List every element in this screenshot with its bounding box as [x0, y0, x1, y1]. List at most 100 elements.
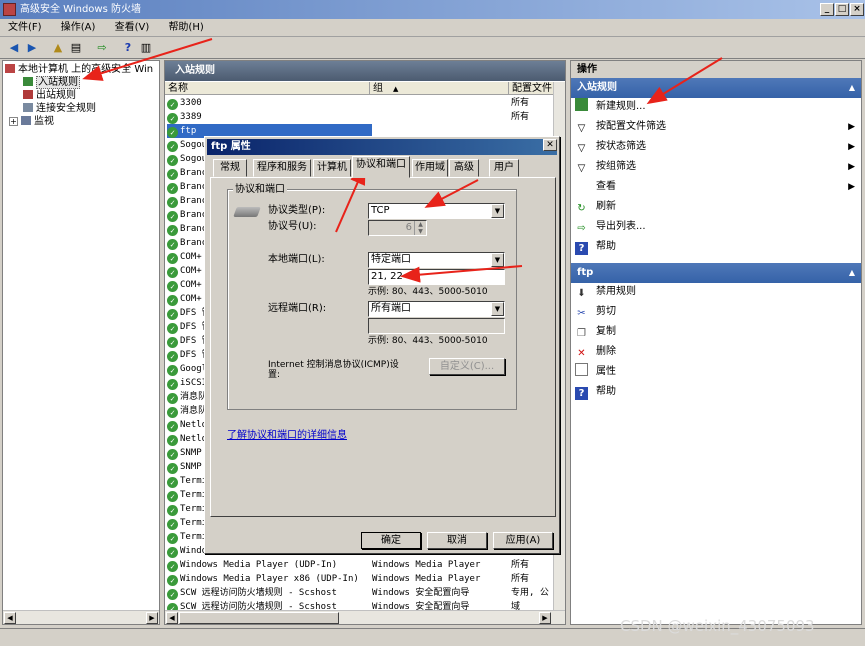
column-header-name[interactable]: 名称 — [165, 82, 370, 95]
tree-item-monitoring[interactable]: + 监视 — [9, 115, 54, 128]
local-port-input[interactable]: 21, 22 — [368, 269, 505, 285]
action-view[interactable]: 查看 ▶ — [575, 177, 859, 197]
minimize-button[interactable]: _ — [820, 3, 834, 16]
action-refresh[interactable]: ↻ 刷新 — [575, 197, 859, 217]
learn-more-link[interactable]: 了解协议和端口的详细信息 — [227, 426, 347, 441]
tree-item-connection-security-rules[interactable]: 连接安全规则 — [23, 102, 96, 115]
tree-item-inbound-rules[interactable]: 入站规则 — [23, 76, 80, 89]
scroll-left-icon[interactable]: ◀ — [166, 612, 178, 624]
action-properties[interactable]: 属性 — [575, 362, 859, 382]
table-row[interactable]: ✓ 3300 所有 — [167, 96, 552, 110]
scroll-left-icon[interactable]: ◀ — [4, 612, 16, 624]
remote-port-select[interactable]: 所有端口 ▼ — [368, 301, 505, 317]
window-title-bar[interactable]: 高级安全 Windows 防火墙 _ □ × — [0, 0, 865, 19]
rules-horizontal-scrollbar[interactable]: ◀ ▶ — [165, 610, 565, 624]
protocol-number-stepper[interactable]: 6 ▲ ▼ — [368, 220, 427, 236]
help-icon[interactable]: ? — [120, 40, 136, 56]
tab-general[interactable]: 常规 — [213, 159, 247, 177]
ok-button[interactable]: 确定 — [361, 532, 421, 549]
collapse-icon[interactable]: ▲ — [849, 263, 855, 283]
scissors-icon: ✂ — [577, 308, 586, 319]
actions-section-inbound-rules[interactable]: 入站规则 ▲ — [571, 78, 861, 98]
tab-scope[interactable]: 作用域 — [412, 159, 448, 177]
help-icon: ? — [575, 387, 588, 400]
enabled-check-icon: ✓ — [167, 575, 178, 586]
action-copy[interactable]: ❐ 复制 — [575, 322, 859, 342]
enabled-check-icon: ✓ — [167, 99, 178, 110]
cancel-button[interactable]: 取消 — [427, 532, 487, 549]
new-rule-icon — [575, 98, 588, 111]
export-icon[interactable]: ⇨ — [94, 40, 110, 56]
table-row[interactable]: ✓ 3389 所有 — [167, 110, 552, 124]
pane-title: 入站规则 — [165, 61, 565, 81]
action-filter-by-profile[interactable]: ▽ 按配置文件筛选 ▶ — [575, 117, 859, 137]
actions-section-ftp[interactable]: ftp ▲ — [571, 263, 861, 283]
stepper-arrows-icon[interactable]: ▲ ▼ — [414, 221, 426, 235]
collapse-icon[interactable]: ▲ — [849, 78, 855, 98]
menu-help[interactable]: 帮助(H) — [160, 19, 211, 37]
dropdown-arrow-icon[interactable]: ▼ — [491, 253, 504, 267]
menu-action[interactable]: 操作(A) — [53, 19, 104, 37]
action-export-list[interactable]: ⇨ 导出列表... — [575, 217, 859, 237]
menu-file[interactable]: 文件(F) — [0, 19, 50, 37]
enabled-check-icon: ✓ — [167, 477, 178, 488]
action-filter-by-group[interactable]: ▽ 按组筛选 ▶ — [575, 157, 859, 177]
rule-profile: 所有 — [511, 574, 530, 584]
dialog-close-button[interactable]: ✕ — [543, 139, 557, 151]
action-delete[interactable]: ✕ 删除 — [575, 342, 859, 362]
scroll-right-icon[interactable]: ▶ — [539, 612, 551, 624]
up-folder-icon[interactable]: ▲ — [50, 40, 66, 56]
submenu-arrow-icon: ▶ — [848, 162, 855, 172]
rule-name: SNMP — [180, 462, 202, 472]
dialog-title-bar[interactable]: ftp 属性 — [207, 139, 557, 155]
local-port-select[interactable]: 特定端口 ▼ — [368, 252, 505, 268]
dropdown-arrow-icon[interactable]: ▼ — [491, 204, 504, 218]
rule-profile: 专用, 公 — [511, 588, 549, 598]
customize-button[interactable]: 自定义(C)... — [429, 358, 505, 375]
action-new-rule[interactable]: 新建规则... — [575, 97, 859, 117]
enabled-check-icon: ✓ — [167, 351, 178, 362]
table-row[interactable]: ✓ Windows Media Player (UDP-In) Windows Me… — [167, 558, 552, 572]
ftp-properties-dialog: ftp 属性 ✕ 常规 程序和服务 计算机 协议和端口 作用域 高级 用户 协议… — [204, 136, 560, 554]
forward-icon[interactable]: ▶ — [24, 40, 40, 56]
rule-name: COM+ — [180, 294, 202, 304]
action-help[interactable]: ? 帮助 — [575, 237, 859, 257]
column-header-profile[interactable]: 配置文件 — [509, 82, 555, 95]
submenu-arrow-icon: ▶ — [848, 122, 855, 132]
action-cut[interactable]: ✂ 剪切 — [575, 302, 859, 322]
back-icon[interactable]: ◀ — [6, 40, 22, 56]
table-row[interactable]: ✓ SCW 远程访问防火墙规则 - Scshost Windows 安全配置向导 专用… — [167, 586, 552, 600]
expand-icon[interactable]: + — [9, 117, 18, 126]
rule-profile: 所有 — [511, 98, 530, 108]
tab-computers[interactable]: 计算机 — [313, 159, 351, 177]
remote-port-input[interactable] — [368, 318, 505, 334]
close-button[interactable]: × — [850, 3, 864, 16]
apply-button[interactable]: 应用(A) — [493, 532, 553, 549]
table-row[interactable]: ✓ Windows Media Player x86 (UDP-In) Window… — [167, 572, 552, 586]
menu-view[interactable]: 查看(V) — [107, 19, 158, 37]
tab-protocols-ports[interactable]: 协议和端口 — [352, 156, 410, 178]
action-filter-by-state[interactable]: ▽ 按状态筛选 ▶ — [575, 137, 859, 157]
remote-port-example: 示例: 80、443、5000-5010 — [368, 336, 488, 346]
dropdown-arrow-icon[interactable]: ▼ — [491, 302, 504, 316]
action-disable-rule[interactable]: ⬇ 禁用规则 — [575, 282, 859, 302]
properties-icon — [575, 363, 588, 376]
tree-horizontal-scrollbar[interactable]: ◀ ▶ — [3, 610, 159, 624]
filter-icon: ▽ — [577, 123, 586, 134]
tree-item-outbound-rules[interactable]: 出站规则 — [23, 89, 76, 102]
action-help-ftp[interactable]: ? 帮助 — [575, 382, 859, 402]
enabled-check-icon: ✓ — [167, 589, 178, 600]
maximize-button[interactable]: □ — [835, 3, 849, 16]
tab-users[interactable]: 用户 — [489, 159, 519, 177]
icmp-settings-label: Internet 控制消息协议(ICMP)设 置: — [268, 360, 399, 380]
show-hide-tree-icon[interactable]: ▤ — [68, 40, 84, 56]
show-action-pane-icon[interactable]: ▥ — [138, 40, 154, 56]
tab-advanced[interactable]: 高级 — [449, 159, 479, 177]
enabled-check-icon: ✓ — [167, 463, 178, 474]
protocol-type-select[interactable]: TCP ▼ — [368, 203, 505, 219]
scroll-right-icon[interactable]: ▶ — [146, 612, 158, 624]
tab-programs-services[interactable]: 程序和服务 — [253, 159, 311, 177]
column-header-group[interactable]: 组 ▲ — [370, 82, 509, 95]
tree-root[interactable]: 本地计算机 上的高级安全 Win — [5, 63, 153, 76]
scroll-thumb[interactable] — [179, 612, 339, 624]
